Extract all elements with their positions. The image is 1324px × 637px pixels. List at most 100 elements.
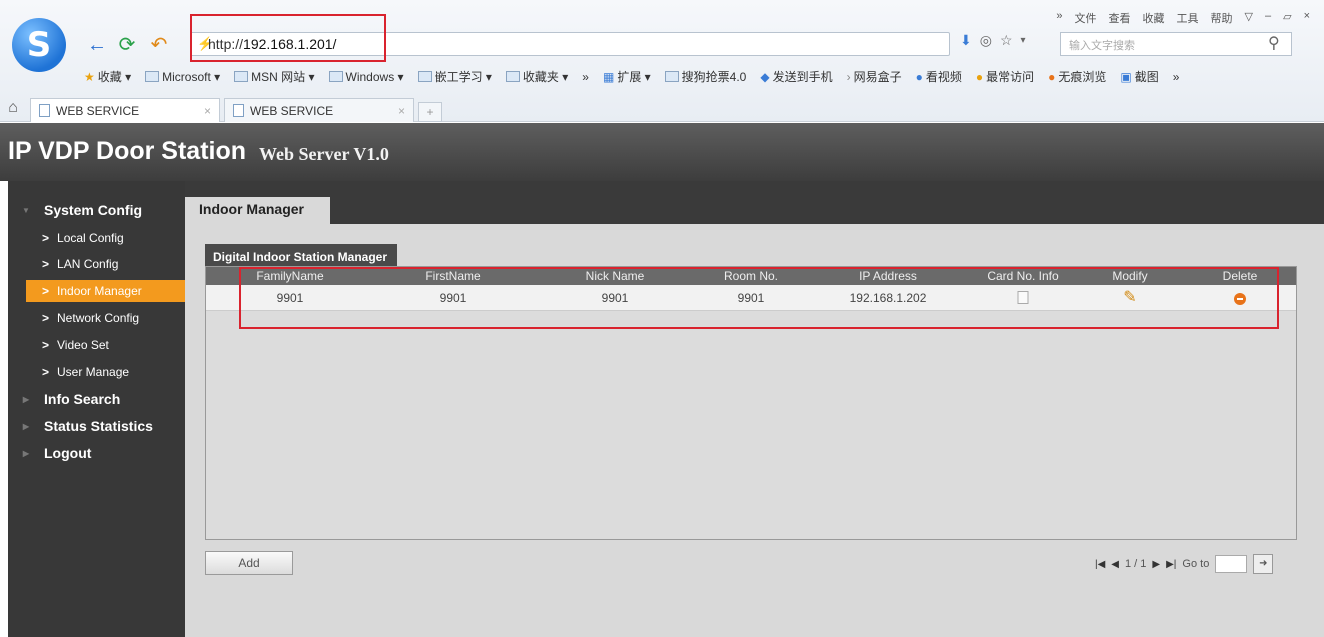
- goto-page-input[interactable]: [1215, 555, 1248, 573]
- bookmark-label: Microsoft ▾: [162, 69, 221, 84]
- tab-label: WEB SERVICE: [250, 103, 334, 118]
- expand-icon: ▶: [22, 394, 30, 404]
- main-panel: Indoor Manager Digital Indoor Station Ma…: [185, 181, 1324, 637]
- sidebar-section-label: Info Search: [44, 391, 121, 407]
- frequent-icon: ●: [975, 69, 984, 84]
- browser-tab[interactable]: WEB SERVICE ×: [224, 98, 414, 122]
- star-icon[interactable]: ☆: [1000, 32, 1013, 49]
- browser-tabs: ⌂ WEB SERVICE × WEB SERVICE × +: [0, 96, 442, 122]
- next-page-icon[interactable]: ▶: [1152, 559, 1160, 570]
- sidebar-section-logout[interactable]: ▶ Logout: [8, 442, 185, 464]
- undo-icon[interactable]: ↶: [148, 34, 170, 56]
- bookmark-label: 嵌工学习 ▾: [434, 70, 492, 84]
- close-tab-icon[interactable]: ×: [204, 104, 211, 118]
- sidebar-section-info-search[interactable]: ▶ Info Search: [8, 388, 185, 410]
- goto-arrow-icon[interactable]: ➜: [1253, 554, 1274, 574]
- bookmarks-bar: ★ 收藏 ▾ Microsoft ▾ MSN 网站 ▾ Windows ▾ 嵌工学…: [84, 68, 1179, 85]
- page-icon: [233, 104, 244, 117]
- bookmark-phone[interactable]: ◆ 发送到手机: [760, 68, 832, 85]
- sidebar-item-label: Video Set: [57, 338, 109, 352]
- bookmark-label: 最常访问: [986, 70, 1035, 84]
- sidebar-item-user-manage[interactable]: > User Manage: [26, 361, 185, 383]
- bookmark-label: 收藏夹 ▾: [522, 70, 569, 84]
- menu-favorites[interactable]: 收藏: [1143, 10, 1165, 26]
- search-placeholder: 输入文字搜索: [1069, 40, 1135, 52]
- sidebar-item-indoor-manager[interactable]: > Indoor Manager: [26, 280, 185, 302]
- menu-file[interactable]: 文件: [1075, 10, 1097, 26]
- bookmark-overflow[interactable]: »: [1173, 68, 1180, 85]
- download-icon[interactable]: ⬇: [960, 32, 972, 49]
- sidebar-item-lan-config[interactable]: > LAN Config: [26, 253, 185, 275]
- refresh-icon[interactable]: ⟳: [116, 34, 138, 56]
- sidebar-item-video-set[interactable]: > Video Set: [26, 334, 185, 356]
- search-icon[interactable]: ⚲: [1268, 33, 1280, 53]
- goto-label: Go to: [1182, 558, 1210, 570]
- bookmark-ticket[interactable]: 搜狗抢票4.0: [664, 68, 747, 85]
- url-highlight-box: [190, 14, 386, 62]
- bookmark-study[interactable]: 嵌工学习 ▾: [417, 68, 492, 85]
- bookmark-label: 看视频: [925, 70, 962, 84]
- app-title: IP VDP Door Station: [8, 137, 247, 165]
- bookmark-more[interactable]: »: [582, 68, 589, 85]
- folder-icon: [234, 71, 249, 82]
- close-tab-icon[interactable]: ×: [398, 104, 405, 118]
- sidebar-section-label: Logout: [44, 445, 92, 461]
- bookmark-microsoft[interactable]: Microsoft ▾: [145, 68, 220, 85]
- sidebar-section-system-config[interactable]: ▼ System Config: [8, 199, 185, 221]
- sidebar-item-label: Local Config: [57, 231, 124, 245]
- bookmark-private[interactable]: ● 无痕浏览: [1048, 68, 1106, 85]
- menu-tools[interactable]: 工具: [1177, 10, 1199, 26]
- minimize-icon[interactable]: –: [1265, 10, 1271, 26]
- new-tab-button[interactable]: +: [418, 102, 442, 122]
- shield-icon[interactable]: ◎: [980, 32, 992, 49]
- box-icon: ›: [846, 69, 851, 84]
- chevron-right-icon: >: [42, 365, 50, 379]
- home-icon[interactable]: ⌂: [0, 96, 26, 122]
- first-page-icon[interactable]: |◀: [1095, 559, 1105, 570]
- video-icon: ●: [915, 69, 923, 84]
- sidebar-item-network-config[interactable]: > Network Config: [26, 307, 185, 329]
- private-icon: ●: [1048, 69, 1056, 84]
- sidebar-section-status-statistics[interactable]: ▶ Status Statistics: [8, 415, 185, 437]
- address-tools: ⬇ ◎ ☆ ▾: [960, 32, 1026, 49]
- folder-icon: [145, 71, 160, 82]
- restore-icon[interactable]: ▱: [1283, 10, 1291, 26]
- bookmark-label: 无痕浏览: [1058, 70, 1107, 84]
- menu-view[interactable]: 查看: [1109, 10, 1131, 26]
- chevron-right-icon: >: [42, 284, 50, 298]
- bookmark-frequent[interactable]: ● 最常访问: [976, 68, 1034, 85]
- expand-icon: ▶: [22, 421, 30, 431]
- skin-icon[interactable]: ▽: [1245, 10, 1253, 26]
- bookmark-msn[interactable]: MSN 网站 ▾: [234, 68, 315, 85]
- back-icon[interactable]: ←: [86, 34, 108, 56]
- tab-indoor-manager[interactable]: Indoor Manager: [185, 197, 330, 224]
- bookmark-windows[interactable]: Windows ▾: [328, 68, 404, 85]
- search-input[interactable]: 输入文字搜索: [1060, 32, 1292, 56]
- prev-page-icon[interactable]: ◀: [1111, 559, 1119, 570]
- sidebar-item-local-config[interactable]: > Local Config: [26, 227, 185, 249]
- bookmark-favfolder[interactable]: 收藏夹 ▾: [505, 68, 569, 85]
- sidebar-section-label: System Config: [44, 202, 143, 218]
- bookmark-extensions[interactable]: ▦ 扩展 ▾: [603, 68, 651, 85]
- menu-more[interactable]: »: [1056, 10, 1062, 26]
- section-title: Digital Indoor Station Manager: [205, 244, 397, 268]
- close-icon[interactable]: ×: [1304, 10, 1310, 26]
- bookmark-label: 收藏 ▾: [97, 70, 132, 84]
- bookmark-label: 搜狗抢票4.0: [681, 70, 747, 84]
- browser-tab[interactable]: WEB SERVICE ×: [30, 98, 220, 122]
- folder-icon: [328, 71, 343, 82]
- add-button[interactable]: Add: [205, 551, 293, 575]
- menu-help[interactable]: 帮助: [1211, 10, 1233, 26]
- chevron-down-icon[interactable]: ▾: [1021, 35, 1026, 46]
- sidebar-item-label: User Manage: [57, 365, 130, 379]
- bookmark-screenshot[interactable]: ▣ 截图: [1120, 68, 1158, 85]
- chevron-right-icon: >: [42, 311, 50, 325]
- bookmark-favorites[interactable]: ★ 收藏 ▾: [84, 68, 131, 85]
- grid-icon: ▦: [602, 69, 615, 84]
- sidebar-section-label: Status Statistics: [44, 418, 153, 434]
- tab-label: WEB SERVICE: [56, 103, 140, 118]
- last-page-icon[interactable]: ▶|: [1166, 559, 1176, 570]
- bookmark-video[interactable]: ● 看视频: [916, 68, 962, 85]
- bookmark-box[interactable]: › 网易盒子: [847, 68, 902, 85]
- sidebar-item-label: Network Config: [57, 311, 140, 325]
